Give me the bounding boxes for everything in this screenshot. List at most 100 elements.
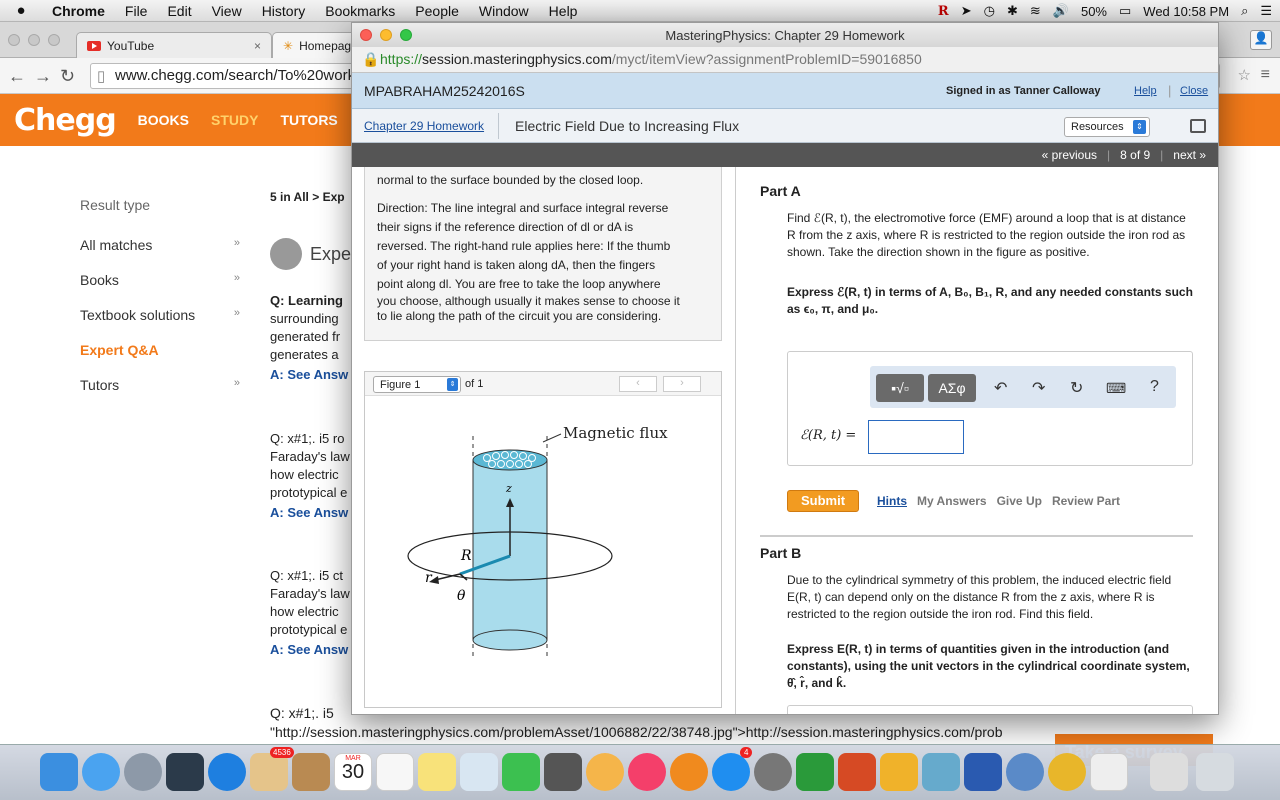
templates-button[interactable]: ▪√▫ bbox=[876, 374, 924, 402]
popup-address-bar[interactable]: 🔒 https://session.masteringphysics.com/m… bbox=[352, 47, 1218, 73]
facetime-icon[interactable] bbox=[502, 753, 540, 791]
network-icon[interactable] bbox=[922, 753, 960, 791]
help-link[interactable]: Help bbox=[1134, 85, 1157, 97]
menu-history[interactable]: History bbox=[252, 3, 316, 19]
preview-icon[interactable] bbox=[460, 753, 498, 791]
photo-booth-icon[interactable] bbox=[544, 753, 582, 791]
launchpad-icon[interactable] bbox=[124, 753, 162, 791]
dashboard-icon[interactable] bbox=[166, 753, 204, 791]
reminders-icon[interactable] bbox=[376, 753, 414, 791]
sidebar-item-all-matches[interactable]: All matches » bbox=[80, 237, 250, 272]
keyboard-icon[interactable]: ⌨ bbox=[1106, 380, 1126, 397]
java-icon[interactable] bbox=[1090, 753, 1128, 791]
print-icon[interactable] bbox=[1190, 119, 1206, 133]
undo-icon[interactable]: ↶ bbox=[994, 378, 1007, 398]
reload-icon[interactable]: ↻ bbox=[60, 66, 75, 87]
zoom-window-button[interactable] bbox=[400, 29, 412, 41]
wifi-icon[interactable]: ≋ bbox=[1030, 3, 1041, 19]
result-item[interactable]: Q: Learning surrounding generated fr gen… bbox=[270, 292, 348, 384]
bookmark-star-icon[interactable]: ☆ bbox=[1238, 66, 1251, 84]
minimize-window-button[interactable] bbox=[380, 29, 392, 41]
menu-people[interactable]: People bbox=[405, 3, 469, 19]
redo-icon[interactable]: ↷ bbox=[1032, 378, 1045, 398]
messages-icon[interactable] bbox=[82, 753, 120, 791]
profile-icon[interactable]: 👤 bbox=[1250, 30, 1272, 50]
outlook-icon[interactable] bbox=[880, 753, 918, 791]
help-question-icon[interactable]: ? bbox=[1150, 378, 1159, 396]
zoom-window-button[interactable] bbox=[48, 34, 60, 46]
menu-help[interactable]: Help bbox=[539, 3, 588, 19]
breadcrumb-homework-link[interactable]: Chapter 29 Homework bbox=[364, 119, 484, 133]
nav-study[interactable]: STUDY bbox=[211, 112, 258, 128]
sidebar-item-tutors[interactable]: Tutors » bbox=[80, 377, 250, 412]
migration-icon[interactable] bbox=[1006, 753, 1044, 791]
notification-center-icon[interactable]: ☰ bbox=[1260, 3, 1272, 19]
figure-prev-button[interactable]: ‹ bbox=[619, 376, 657, 392]
see-answer-link[interactable]: A: See Answ bbox=[270, 641, 350, 659]
answer-input[interactable] bbox=[868, 420, 964, 454]
contacts-icon[interactable] bbox=[292, 753, 330, 791]
itunes-icon[interactable] bbox=[628, 753, 666, 791]
review-part-link[interactable]: Review Part bbox=[1052, 494, 1120, 508]
give-up-link[interactable]: Give Up bbox=[997, 494, 1042, 508]
chrome-menu-icon[interactable]: ≡ bbox=[1261, 66, 1270, 84]
r-app-icon[interactable]: R bbox=[938, 4, 949, 19]
system-preferences-icon[interactable] bbox=[754, 753, 792, 791]
location-icon[interactable]: ➤ bbox=[961, 3, 972, 19]
time-machine-icon[interactable]: ◷ bbox=[984, 3, 995, 19]
excel-icon[interactable] bbox=[796, 753, 834, 791]
app-store-icon[interactable] bbox=[712, 753, 750, 791]
back-arrow-icon[interactable]: ← bbox=[8, 66, 26, 87]
minimize-window-button[interactable] bbox=[28, 34, 40, 46]
resources-dropdown[interactable]: Resources ⇕ bbox=[1064, 117, 1150, 137]
figure-next-button[interactable]: › bbox=[663, 376, 701, 392]
nav-books[interactable]: BOOKS bbox=[138, 112, 189, 128]
menu-file[interactable]: File bbox=[115, 3, 158, 19]
r-app-dock-icon[interactable] bbox=[1150, 753, 1188, 791]
menu-edit[interactable]: Edit bbox=[157, 3, 201, 19]
clock[interactable]: Wed 10:58 PM bbox=[1143, 4, 1229, 19]
see-answer-link[interactable]: A: See Answ bbox=[270, 504, 350, 522]
menu-app-chrome[interactable]: Chrome bbox=[42, 3, 115, 19]
chegg-logo[interactable]: Chegg bbox=[14, 103, 117, 138]
close-window-button[interactable] bbox=[360, 29, 372, 41]
close-window-button[interactable] bbox=[8, 34, 20, 46]
tab-close-icon[interactable]: × bbox=[254, 39, 261, 53]
trash-icon[interactable] bbox=[1196, 753, 1234, 791]
mail-icon[interactable] bbox=[250, 753, 288, 791]
forward-arrow-icon[interactable]: → bbox=[34, 66, 52, 87]
hints-link[interactable]: Hints bbox=[877, 494, 907, 508]
result-item[interactable]: Q: x#1;. i5 ct Faraday's law how electri… bbox=[270, 567, 350, 659]
spotlight-search-icon[interactable]: ⌕ bbox=[1241, 3, 1248, 19]
notes-icon[interactable] bbox=[418, 753, 456, 791]
volume-icon[interactable]: 🔊 bbox=[1053, 3, 1069, 19]
apple-menu-icon[interactable]: ● bbox=[0, 2, 42, 19]
tab-youtube[interactable]: YouTube × bbox=[76, 32, 272, 58]
calendar-icon[interactable]: MAR 30 bbox=[334, 753, 372, 791]
tab-homepage[interactable]: ✳ Homepage bbox=[272, 32, 362, 58]
sidebar-item-textbook-solutions[interactable]: Textbook solutions » bbox=[80, 307, 250, 342]
ibooks-icon[interactable] bbox=[670, 753, 708, 791]
battery-percent[interactable]: 50% bbox=[1081, 4, 1107, 19]
chrome-icon[interactable] bbox=[1048, 753, 1086, 791]
nav-tutors[interactable]: TUTORS bbox=[280, 112, 337, 128]
safari-icon[interactable] bbox=[208, 753, 246, 791]
result-item[interactable]: Q: x#1;. i5 ro Faraday's law how electri… bbox=[270, 430, 350, 522]
menu-bookmarks[interactable]: Bookmarks bbox=[315, 3, 405, 19]
symbols-button[interactable]: ΑΣφ bbox=[928, 374, 976, 402]
menu-window[interactable]: Window bbox=[469, 3, 539, 19]
menu-view[interactable]: View bbox=[202, 3, 252, 19]
sidebar-item-expert-qa[interactable]: Expert Q&A bbox=[80, 342, 250, 377]
photos-icon[interactable] bbox=[586, 753, 624, 791]
my-answers-link[interactable]: My Answers bbox=[917, 494, 987, 508]
submit-button[interactable]: Submit bbox=[787, 490, 859, 512]
finder-icon[interactable] bbox=[40, 753, 78, 791]
next-link[interactable]: next » bbox=[1173, 148, 1206, 162]
close-link[interactable]: Close bbox=[1180, 85, 1208, 97]
word-icon[interactable] bbox=[964, 753, 1002, 791]
see-answer-link[interactable]: A: See Answ bbox=[270, 366, 348, 384]
reset-icon[interactable]: ↻ bbox=[1070, 378, 1083, 398]
powerpoint-icon[interactable] bbox=[838, 753, 876, 791]
sidebar-item-books[interactable]: Books » bbox=[80, 272, 250, 307]
bluetooth-icon[interactable]: ✱ bbox=[1007, 3, 1018, 19]
